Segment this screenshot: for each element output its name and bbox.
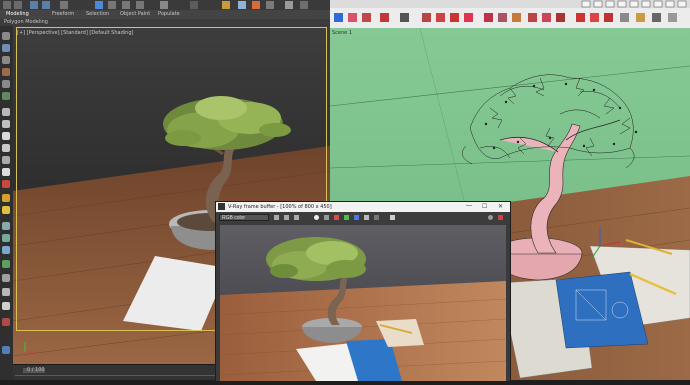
spacewarp-icon[interactable] (2, 206, 10, 214)
select-icon[interactable] (60, 1, 68, 9)
snap-icon[interactable] (160, 1, 168, 9)
orbit-tool-icon[interactable] (528, 13, 537, 22)
render-foliage (266, 237, 366, 281)
close-button[interactable]: ✕ (498, 203, 503, 210)
fur-icon[interactable] (2, 274, 10, 282)
vray-light-icon[interactable] (2, 234, 10, 242)
physical-camera-icon[interactable] (2, 302, 10, 310)
stop-render-icon[interactable] (498, 215, 503, 220)
zoom-tool-icon[interactable] (556, 13, 565, 22)
polygon-modeling-label[interactable]: Polygon Modeling (4, 19, 48, 25)
alpha-channel-icon[interactable] (364, 215, 369, 220)
track-mouse-icon[interactable] (324, 215, 329, 220)
move-tool-icon[interactable] (436, 13, 445, 22)
vfb-title: V-Ray frame buffer - [100% of 800 x 450] (228, 204, 332, 210)
channel-select[interactable]: RGB color (219, 214, 269, 221)
tab-populate[interactable]: Populate (158, 11, 180, 17)
box-icon[interactable] (2, 108, 10, 116)
white-dot-icon[interactable] (314, 215, 319, 220)
render-button-icon[interactable] (488, 215, 493, 220)
link-icon[interactable] (30, 1, 38, 9)
vray-logo-icon (218, 203, 225, 210)
shape-tool-icon[interactable] (400, 13, 409, 22)
create-icon[interactable] (2, 32, 10, 40)
tab-selection[interactable]: Selection (86, 11, 109, 17)
vfb-titlebar: V-Ray frame buffer - [100% of 800 x 450]… (216, 202, 510, 212)
save-icon[interactable] (274, 215, 279, 220)
tab-modeling[interactable]: Modeling (6, 11, 29, 17)
max-subribbon: Polygon Modeling (0, 19, 330, 26)
eraser-tool-icon[interactable] (348, 13, 357, 22)
tab-freeform[interactable]: Freeform (52, 11, 74, 17)
vfb-toolbar: RGB color (216, 212, 510, 224)
offset-tool-icon[interactable] (484, 13, 493, 22)
clear-icon[interactable] (294, 215, 299, 220)
sketchup-views-toolbar (580, 0, 690, 8)
max-ribbon-tabs: Modeling Freeform Selection Object Paint… (0, 10, 330, 19)
modify-icon[interactable] (2, 44, 10, 52)
render-icon[interactable] (252, 1, 260, 9)
mono-icon[interactable] (374, 215, 379, 220)
shape-icon[interactable] (2, 156, 10, 164)
record-icon[interactable] (2, 318, 10, 326)
load-icon[interactable] (284, 215, 289, 220)
sphere-icon[interactable] (2, 120, 10, 128)
line-tool-icon[interactable] (362, 13, 371, 22)
helper-icon[interactable] (2, 194, 10, 202)
move-icon[interactable] (108, 1, 116, 9)
grass-icon[interactable] (2, 260, 10, 268)
paint-tool-icon[interactable] (512, 13, 521, 22)
green-channel-icon[interactable] (344, 215, 349, 220)
scale-tool-icon[interactable] (464, 13, 473, 22)
render-frame-icon[interactable] (266, 1, 274, 9)
light-icon[interactable] (2, 168, 10, 176)
vray-frame-buffer-window: V-Ray frame buffer - [100% of 800 x 450]… (215, 201, 511, 382)
scatter-icon[interactable] (2, 288, 10, 296)
tape-tool-icon[interactable] (498, 13, 507, 22)
motion-icon[interactable] (2, 68, 10, 76)
curve-editor-icon[interactable] (285, 1, 293, 9)
display-icon[interactable] (2, 80, 10, 88)
coord-dropdown[interactable] (190, 1, 198, 9)
utilities-icon[interactable] (2, 92, 10, 100)
vfb-render-image (220, 225, 506, 381)
select-tool-icon[interactable] (334, 13, 343, 22)
cylinder-icon[interactable] (2, 132, 10, 140)
hierarchy-icon[interactable] (2, 56, 10, 64)
timeline-frame: 0 / 100 (27, 367, 45, 373)
unlink-icon[interactable] (42, 1, 50, 9)
arc-tool-icon[interactable] (380, 13, 389, 22)
plane-icon[interactable] (2, 144, 10, 152)
rotate-icon[interactable] (122, 1, 130, 9)
max-left-toolbar (0, 26, 14, 380)
material-editor-icon[interactable] (222, 1, 230, 9)
select-object-icon[interactable] (95, 1, 103, 9)
pan-tool-icon[interactable] (542, 13, 551, 22)
minimize-button[interactable]: — (466, 203, 472, 209)
rotate-tool-icon[interactable] (450, 13, 459, 22)
scale-icon[interactable] (136, 1, 144, 9)
tab-object-paint[interactable]: Object Paint (120, 11, 150, 17)
render-setup-icon[interactable] (238, 1, 246, 9)
vray-icon[interactable] (2, 222, 10, 230)
blue-channel-icon[interactable] (354, 215, 359, 220)
redo-icon[interactable] (14, 1, 22, 9)
schematic-icon[interactable] (300, 1, 308, 9)
viewport-label[interactable]: [+] [Perspective] [Standard] [Default Sh… (17, 30, 133, 36)
maximize-button[interactable]: ☐ (482, 203, 487, 210)
undo-icon[interactable] (3, 1, 11, 9)
region-render-icon[interactable] (390, 215, 395, 220)
red-channel-icon[interactable] (334, 215, 339, 220)
scene-tab[interactable]: Scene 1 (332, 30, 352, 36)
push-pull-icon[interactable] (422, 13, 431, 22)
vray-proxy-icon[interactable] (2, 246, 10, 254)
viewport-layout-icon[interactable] (2, 346, 10, 354)
camera-icon[interactable] (2, 180, 10, 188)
